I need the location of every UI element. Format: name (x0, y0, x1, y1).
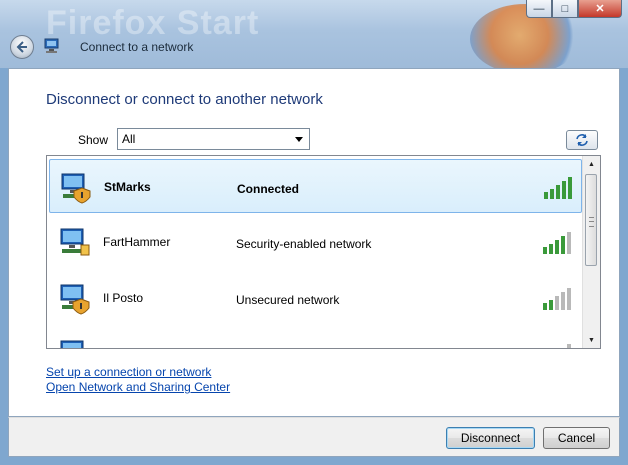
secured-network-icon (60, 228, 90, 256)
window-controls: — □ ✕ (526, 0, 622, 20)
page-heading: Disconnect or connect to another network (46, 91, 323, 108)
network-icon (60, 340, 84, 348)
cancel-button[interactable]: Cancel (543, 427, 610, 449)
network-row[interactable]: Il Posto Unsecured network (49, 271, 582, 325)
network-row[interactable]: FartHammer Security-enabled network (49, 215, 582, 269)
scroll-up-arrow-icon[interactable]: ▲ (583, 156, 600, 172)
dialog-footer: Disconnect Cancel (8, 417, 620, 457)
list-scrollbar[interactable]: ▲ ▼ (582, 156, 600, 348)
refresh-arrows-icon (576, 134, 588, 146)
setup-connection-link[interactable]: Set up a connection or network (46, 365, 211, 379)
network-name: FartHammer (103, 235, 171, 249)
network-status: Connected (237, 182, 300, 196)
maximize-button[interactable]: □ (552, 0, 578, 18)
back-button[interactable] (10, 35, 34, 59)
network-filter-dropdown[interactable]: All (117, 128, 310, 150)
show-label: Show (78, 133, 109, 147)
disconnect-button[interactable]: Disconnect (446, 427, 535, 449)
network-filter-value: All (122, 132, 136, 146)
signal-strength-icon (543, 288, 571, 310)
network-list: StMarks Connected FartHammer Security-en… (46, 155, 601, 349)
network-icon (44, 38, 59, 53)
signal-strength-icon (567, 344, 571, 348)
dialog-content: Disconnect or connect to another network… (8, 68, 620, 417)
window-title: Connect to a network (80, 40, 194, 54)
network-status: Unsecured network (236, 293, 340, 307)
scroll-thumb[interactable] (585, 174, 597, 266)
network-row[interactable]: StMarks Connected (49, 159, 582, 213)
grip-icon (589, 217, 594, 227)
network-status: Security-enabled network (236, 237, 372, 251)
minimize-button[interactable]: — (526, 0, 552, 18)
refresh-button[interactable] (566, 130, 598, 150)
close-button[interactable]: ✕ (578, 0, 622, 18)
title-bar: Firefox Start Connect to a network — □ ✕ (0, 0, 628, 68)
chevron-down-icon (295, 137, 303, 142)
scroll-down-arrow-icon[interactable]: ▼ (583, 332, 600, 348)
back-arrow-icon (16, 41, 27, 53)
signal-strength-icon (544, 177, 572, 199)
signal-strength-icon (543, 232, 571, 254)
unsecured-network-icon (60, 284, 90, 315)
network-name: Il Posto (103, 291, 144, 305)
network-name: StMarks (104, 180, 151, 194)
background-ghost-text: Firefox Start (46, 4, 260, 42)
secured-network-icon (61, 173, 91, 204)
sharing-center-link[interactable]: Open Network and Sharing Center (46, 380, 230, 394)
network-row-partial[interactable] (49, 327, 582, 348)
